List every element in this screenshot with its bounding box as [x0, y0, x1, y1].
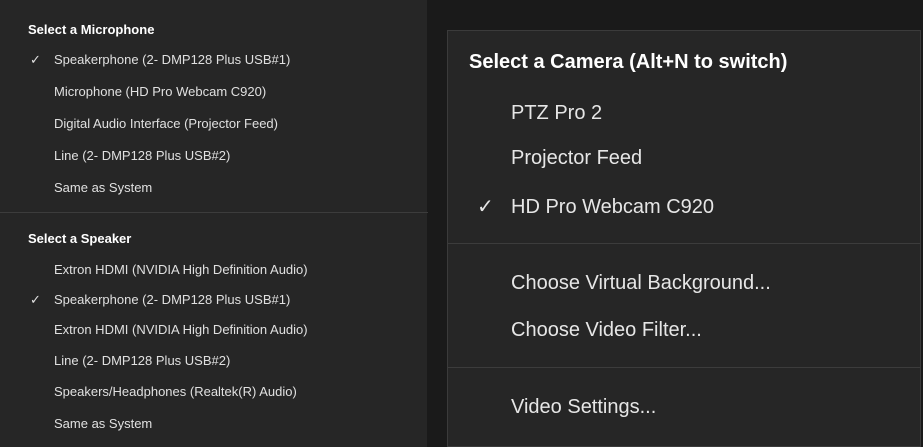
speaker-item-extron-1[interactable]: Extron HDMI (NVIDIA High Definition Audi… [30, 258, 419, 282]
mic-item-speakerphone[interactable]: ✓ Speakerphone (2- DMP128 Plus USB#1) [30, 48, 419, 72]
section-divider [0, 212, 428, 213]
camera-item-label: HD Pro Webcam C920 [511, 196, 715, 218]
mic-item-label: Same as System [54, 180, 153, 195]
camera-item-hd-pro-webcam[interactable]: ✓ HD Pro Webcam C920 [473, 192, 714, 222]
speaker-item-label: Speakerphone (2- DMP128 Plus USB#1) [54, 292, 291, 307]
camera-section-title: Select a Camera (Alt+N to switch) [469, 51, 788, 73]
microphone-section-title: Select a Microphone [28, 22, 155, 37]
mic-item-same-as-system[interactable]: Same as System [30, 176, 419, 200]
camera-item-ptz-pro-2[interactable]: PTZ Pro 2 [473, 98, 602, 128]
check-icon: ✓ [30, 52, 41, 67]
menu-divider [448, 367, 920, 368]
video-settings-item[interactable]: Video Settings... [473, 392, 656, 422]
mic-item-label: Line (2- DMP128 Plus USB#2) [54, 148, 231, 163]
mic-item-digital-audio[interactable]: Digital Audio Interface (Projector Feed) [30, 112, 419, 136]
speaker-item-line[interactable]: Line (2- DMP128 Plus USB#2) [30, 349, 419, 373]
menu-divider [448, 243, 920, 244]
speaker-item-label: Speakers/Headphones (Realtek(R) Audio) [54, 384, 297, 399]
speaker-item-label: Extron HDMI (NVIDIA High Definition Audi… [54, 262, 308, 277]
check-icon: ✓ [477, 196, 494, 218]
mic-item-label: Speakerphone (2- DMP128 Plus USB#1) [54, 52, 291, 67]
speaker-section-title: Select a Speaker [28, 231, 132, 246]
speaker-item-speakerphone[interactable]: ✓ Speakerphone (2- DMP128 Plus USB#1) [30, 288, 419, 312]
speaker-item-extron-2[interactable]: Extron HDMI (NVIDIA High Definition Audi… [30, 318, 419, 342]
mic-item-label: Digital Audio Interface (Projector Feed) [54, 116, 278, 131]
choose-video-filter-item[interactable]: Choose Video Filter... [473, 315, 702, 345]
menu-item-label: Choose Video Filter... [511, 319, 702, 341]
camera-item-label: Projector Feed [511, 147, 643, 169]
choose-virtual-background-item[interactable]: Choose Virtual Background... [473, 268, 771, 298]
mic-item-webcam[interactable]: Microphone (HD Pro Webcam C920) [30, 80, 419, 104]
camera-item-projector-feed[interactable]: Projector Feed [473, 143, 642, 173]
speaker-item-same-as-system[interactable]: Same as System [30, 412, 419, 436]
menu-item-label: Choose Virtual Background... [511, 272, 771, 294]
speaker-item-label: Same as System [54, 416, 153, 431]
camera-menu: Select a Camera (Alt+N to switch) PTZ Pr… [447, 30, 921, 447]
menu-item-label: Video Settings... [511, 396, 657, 418]
mic-item-label: Microphone (HD Pro Webcam C920) [54, 84, 267, 99]
camera-item-label: PTZ Pro 2 [511, 102, 603, 124]
speaker-item-headphones[interactable]: Speakers/Headphones (Realtek(R) Audio) [30, 380, 419, 404]
mic-item-line[interactable]: Line (2- DMP128 Plus USB#2) [30, 144, 419, 168]
speaker-item-label: Line (2- DMP128 Plus USB#2) [54, 353, 231, 368]
speaker-item-label: Extron HDMI (NVIDIA High Definition Audi… [54, 322, 308, 337]
audio-menu: Select a Microphone ✓ Speakerphone (2- D… [0, 0, 428, 447]
check-icon: ✓ [30, 292, 41, 307]
